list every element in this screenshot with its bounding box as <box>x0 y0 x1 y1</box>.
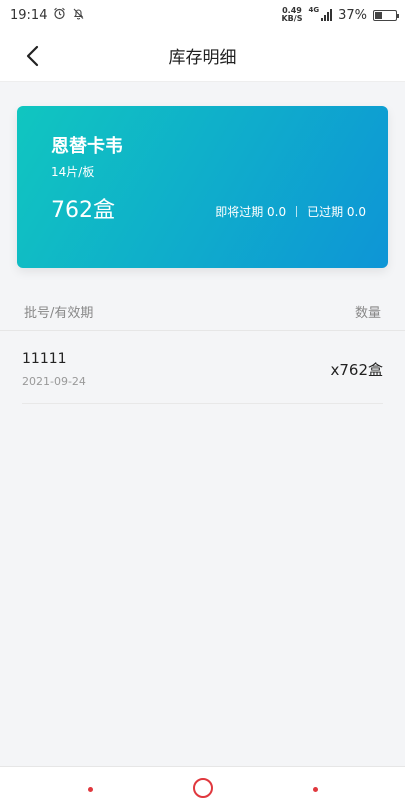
expiry-summary: 即将过期 0.0 已过期 0.0 <box>215 203 366 220</box>
nav-bar: 库存明细 <box>0 30 405 82</box>
network-type: 4G <box>308 6 320 14</box>
battery-percent: 37% <box>338 7 367 23</box>
drug-spec: 14片/板 <box>51 165 95 179</box>
mute-bell-icon <box>72 7 85 23</box>
batch-number: 11111 <box>22 351 67 367</box>
nav-recents-dot[interactable] <box>313 787 318 792</box>
net-speed: 0.49 KB/S <box>281 7 302 23</box>
back-button[interactable] <box>16 40 48 72</box>
clock: 19:14 <box>10 7 48 23</box>
stock-summary-card: 恩替卡韦 14片/板 762盒 即将过期 0.0 已过期 0.0 <box>17 106 388 268</box>
status-bar: 19:14 0.49 KB/S 4G 37% <box>0 0 405 30</box>
nav-back-dot[interactable] <box>88 787 93 792</box>
net-speed-unit: KB/S <box>281 14 303 23</box>
column-quantity: 数量 <box>354 306 381 321</box>
battery-icon <box>373 9 399 21</box>
expiring-soon-count: 即将过期 0.0 <box>215 205 287 219</box>
table-header: 批号/有效期 数量 <box>0 293 405 331</box>
page-title: 库存明细 <box>168 48 237 68</box>
table-row[interactable]: 11111 2021-09-24 x762盒 <box>0 332 405 404</box>
expired-count: 已过期 0.0 <box>307 205 366 219</box>
drug-name: 恩替卡韦 <box>51 136 123 157</box>
battery-fill <box>375 11 383 19</box>
alarm-icon <box>53 7 66 23</box>
divider <box>296 206 298 217</box>
column-batch-expiry: 批号/有效期 <box>24 306 94 321</box>
status-left: 19:14 <box>10 7 85 23</box>
row-quantity: x762盒 <box>330 361 383 379</box>
table-row-content: 11111 2021-09-24 x762盒 <box>22 332 383 404</box>
home-button[interactable] <box>193 778 213 798</box>
system-nav-bar <box>0 766 405 810</box>
expiry-date: 2021-09-24 <box>22 375 86 388</box>
chevron-left-icon <box>26 45 39 67</box>
signal-icon <box>321 9 333 21</box>
total-quantity: 762盒 <box>51 198 115 223</box>
status-right: 0.49 KB/S 4G 37% <box>281 6 399 23</box>
